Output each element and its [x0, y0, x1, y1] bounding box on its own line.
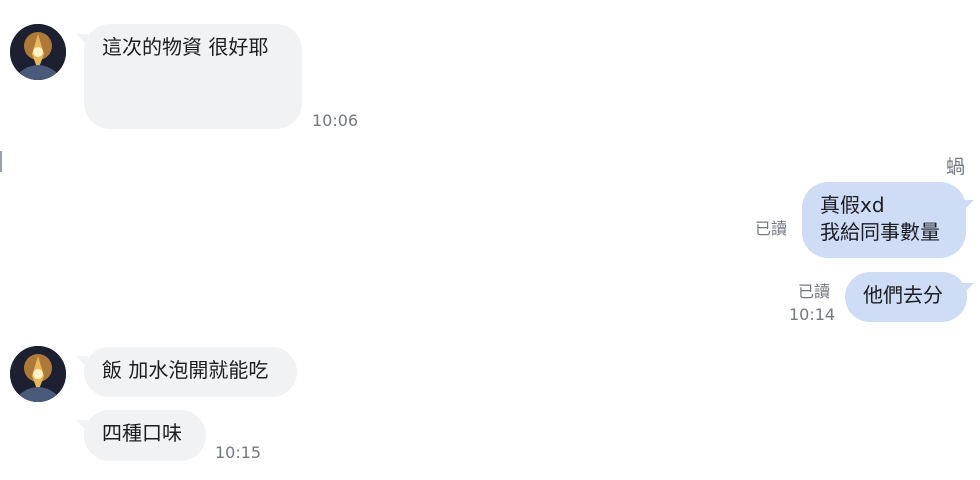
sender-name: 蝸 — [946, 156, 966, 178]
message-bubble-outgoing[interactable]: 真假xd 我給同事數量 — [802, 182, 966, 258]
message-time: 10:14 — [789, 305, 836, 324]
message-bubble-incoming[interactable]: 四種口味 — [84, 410, 206, 461]
chat-window: 這次的物資 很好耶 10:06 蝸 已讀 真假xd 我給同事數量 已讀 10:1… — [0, 0, 980, 480]
message-bubble-incoming[interactable]: 飯 加水泡開就能吃 — [84, 347, 297, 397]
message-time: 10:15 — [215, 443, 262, 462]
bubble-tail — [962, 283, 974, 295]
bubble-tail — [962, 200, 974, 212]
message-bubble-incoming[interactable]: 這次的物資 很好耶 — [84, 24, 302, 129]
contact-avatar[interactable] — [10, 346, 66, 402]
message-time: 10:06 — [312, 111, 359, 130]
bubble-tail — [76, 420, 88, 432]
message-text: 他們去分 — [863, 283, 943, 307]
message-bubble-outgoing[interactable]: 他們去分 — [845, 272, 967, 322]
message-text: 這次的物資 很好耶 — [102, 35, 269, 59]
avatar-image-icon — [10, 24, 66, 80]
read-receipt: 已讀 — [755, 219, 788, 238]
message-text: 四種口味 — [102, 421, 182, 445]
message-text-line: 我給同事數量 — [820, 220, 940, 244]
message-text-line: 真假xd — [820, 193, 885, 217]
scroll-marker — [0, 151, 2, 172]
contact-avatar[interactable] — [10, 24, 66, 80]
message-text: 飯 加水泡開就能吃 — [102, 358, 269, 382]
avatar-image-icon — [10, 346, 66, 402]
read-receipt: 已讀 — [798, 282, 831, 301]
